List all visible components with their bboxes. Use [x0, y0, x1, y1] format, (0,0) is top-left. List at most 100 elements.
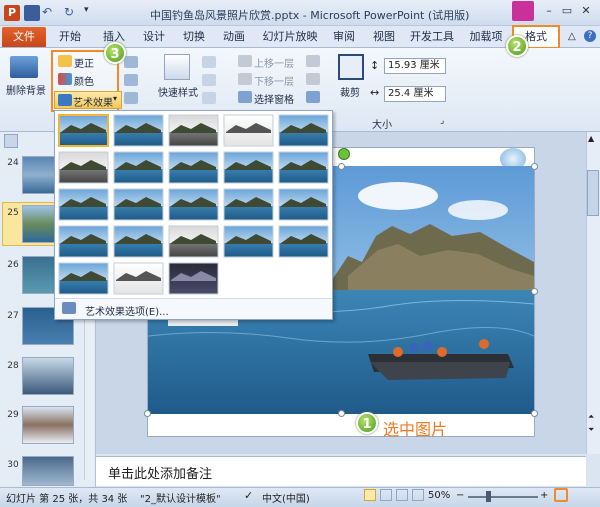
- zoom-in-icon[interactable]: +: [540, 490, 548, 501]
- slide-sorter-icon[interactable]: [380, 489, 392, 501]
- artistic-effect-swatch[interactable]: [113, 151, 164, 184]
- language-status[interactable]: 中文(中国): [262, 490, 310, 505]
- tab-file[interactable]: 文件: [2, 27, 46, 47]
- corrections-icon: [58, 55, 72, 67]
- artistic-effect-swatch[interactable]: [168, 188, 219, 221]
- crop-button[interactable]: 裁剪: [340, 84, 360, 99]
- slide-thumbnail[interactable]: [22, 406, 74, 444]
- artistic-effect-swatch[interactable]: [113, 262, 164, 295]
- slide-number: 29: [7, 410, 19, 420]
- powerpoint-app-icon[interactable]: P: [4, 5, 20, 21]
- slide-count-status: 幻灯片 第 25 张，共 34 张: [6, 494, 128, 505]
- artistic-effects-icon: [58, 94, 72, 106]
- undo-icon[interactable]: ↶: [42, 5, 58, 21]
- artistic-effect-swatch[interactable]: [58, 151, 109, 184]
- close-icon[interactable]: ✕: [577, 3, 595, 19]
- artistic-effect-swatch[interactable]: [113, 114, 164, 147]
- customize-qat-icon[interactable]: ▾: [84, 5, 100, 21]
- resize-handle-ne[interactable]: [531, 163, 538, 170]
- zoom-level[interactable]: 50%: [428, 490, 450, 501]
- zoom-slider-thumb[interactable]: [486, 491, 491, 502]
- tab-developer[interactable]: 开发工具: [404, 28, 460, 48]
- save-icon[interactable]: [24, 5, 40, 21]
- help-icon[interactable]: ?: [584, 30, 596, 42]
- change-picture-icon[interactable]: [124, 74, 138, 86]
- color-icon: [58, 73, 72, 85]
- artistic-effect-swatch[interactable]: [58, 114, 109, 147]
- notes-placeholder: 单击此处添加备注: [108, 467, 213, 482]
- align-icon[interactable]: [306, 55, 320, 67]
- tab-review[interactable]: 审阅: [326, 28, 362, 48]
- picture-effects-icon[interactable]: [202, 74, 216, 86]
- tab-design[interactable]: 设计: [136, 28, 172, 48]
- resize-handle-n[interactable]: [338, 163, 345, 170]
- rotate-icon[interactable]: [306, 91, 320, 103]
- artistic-effect-swatch[interactable]: [168, 262, 219, 295]
- artistic-effect-swatch[interactable]: [58, 188, 109, 221]
- tab-transitions[interactable]: 切换: [176, 28, 212, 48]
- remove-background-button[interactable]: 删除背景: [6, 82, 46, 97]
- slide-number: 24: [7, 158, 19, 168]
- quick-styles-button[interactable]: 快速样式: [158, 84, 198, 99]
- selection-pane-button[interactable]: 选择窗格: [254, 91, 294, 106]
- resize-handle-e[interactable]: [531, 288, 538, 295]
- tab-home[interactable]: 开始: [52, 28, 88, 48]
- spellcheck-icon[interactable]: ✓: [244, 489, 253, 502]
- artistic-effect-swatch[interactable]: [58, 225, 109, 258]
- artistic-effect-swatch[interactable]: [278, 151, 329, 184]
- redo-icon[interactable]: ↻: [64, 5, 80, 21]
- resize-handle-se[interactable]: [531, 410, 538, 417]
- width-field[interactable]: 25.4 厘米: [384, 86, 446, 102]
- rotate-handle[interactable]: [338, 148, 350, 160]
- picture-layout-icon[interactable]: [202, 92, 216, 104]
- group-icon[interactable]: [306, 73, 320, 85]
- fit-to-window-icon[interactable]: [554, 488, 568, 502]
- artistic-effect-swatch[interactable]: [223, 188, 274, 221]
- artistic-effect-swatch[interactable]: [223, 151, 274, 184]
- tab-view[interactable]: 视图: [366, 28, 402, 48]
- artistic-effect-swatch[interactable]: [223, 225, 274, 258]
- scroll-thumb[interactable]: [587, 170, 599, 216]
- theme-status[interactable]: "2_默认设计模板": [140, 490, 221, 505]
- previous-slide-icon[interactable]: ⏶: [588, 412, 594, 422]
- reading-view-icon[interactable]: [396, 489, 408, 501]
- step-badge-1: 1: [356, 412, 378, 434]
- artistic-effect-swatch[interactable]: [278, 225, 329, 258]
- zoom-slider-track[interactable]: [468, 496, 538, 498]
- resize-handle-sw[interactable]: [144, 410, 151, 417]
- restore-icon[interactable]: ▭: [558, 3, 576, 19]
- artistic-effect-swatch[interactable]: [113, 188, 164, 221]
- artistic-effect-swatch[interactable]: [223, 114, 274, 147]
- height-field[interactable]: 15.93 厘米: [384, 58, 446, 74]
- tab-slideshow[interactable]: 幻灯片放映: [256, 28, 324, 48]
- artistic-effect-swatch[interactable]: [168, 114, 219, 147]
- tab-animations[interactable]: 动画: [216, 28, 252, 48]
- normal-view-icon[interactable]: [364, 489, 376, 501]
- tab-addins[interactable]: 加载项: [464, 28, 508, 48]
- compress-icon[interactable]: [124, 56, 138, 68]
- send-backward-button[interactable]: 下移一层: [254, 73, 294, 88]
- color-button[interactable]: 颜色: [74, 73, 94, 88]
- artistic-effects-options-label: 艺术效果选项(E)...: [85, 307, 169, 318]
- bring-forward-button[interactable]: 上移一层: [254, 55, 294, 70]
- slides-tab[interactable]: [4, 134, 18, 148]
- artistic-effect-swatch[interactable]: [278, 114, 329, 147]
- resize-handle-s[interactable]: [338, 410, 345, 417]
- minimize-icon[interactable]: –: [540, 3, 558, 19]
- slide-thumbnail[interactable]: [22, 357, 74, 395]
- size-dialog-launcher-icon[interactable]: ⌟: [440, 116, 444, 126]
- picture-border-icon[interactable]: [202, 56, 216, 68]
- artistic-effect-swatch[interactable]: [168, 151, 219, 184]
- slide-thumbnail[interactable]: [22, 456, 74, 486]
- scroll-up-icon[interactable]: ▲: [588, 134, 594, 143]
- artistic-effect-swatch[interactable]: [58, 262, 109, 295]
- artistic-effect-swatch[interactable]: [168, 225, 219, 258]
- slideshow-view-icon[interactable]: [412, 489, 424, 501]
- reset-picture-icon[interactable]: [124, 92, 138, 104]
- next-slide-icon[interactable]: ⏷: [588, 425, 594, 435]
- collapse-ribbon-icon[interactable]: △: [568, 31, 576, 42]
- zoom-out-icon[interactable]: −: [456, 490, 464, 501]
- artistic-effect-swatch[interactable]: [113, 225, 164, 258]
- corrections-button[interactable]: 更正: [74, 55, 94, 70]
- artistic-effect-swatch[interactable]: [278, 188, 329, 221]
